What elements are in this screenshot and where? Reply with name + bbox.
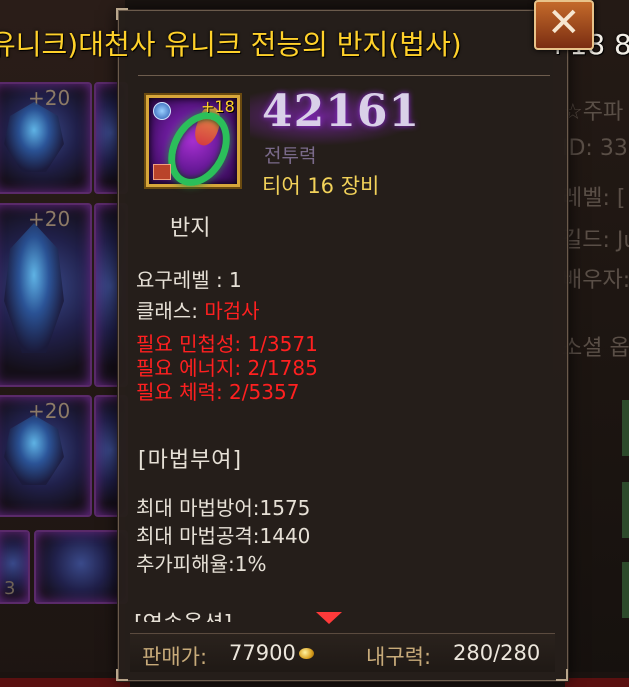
sell-price-value: 77900 — [229, 641, 296, 665]
bg-text: 레벨: [ — [562, 186, 626, 211]
armor-icon — [4, 102, 64, 172]
scroll-down-arrow-icon[interactable] — [316, 612, 342, 624]
bg-text: ID: 3358 — [562, 136, 629, 161]
panel-corner — [116, 8, 128, 20]
class-value: 마검사 — [204, 299, 260, 323]
required-level: 요구레벨 : 1 — [136, 268, 242, 292]
combat-power-label: 전투력 — [264, 145, 317, 167]
close-icon: ✕ — [547, 0, 581, 46]
combat-power-value: 42161 — [262, 86, 421, 137]
socket-gem-icon — [153, 102, 171, 120]
equipment-slot[interactable] — [34, 530, 128, 604]
next-section-label: [연속옵션] — [134, 612, 232, 622]
sell-price-label: 판매가: — [142, 645, 208, 669]
hp-bar — [0, 678, 130, 687]
enchant-header: [마법부여] — [138, 448, 243, 473]
class-label: 클래스: — [136, 299, 198, 323]
icon-enhance-level: +18 — [201, 97, 235, 116]
bg-button[interactable] — [622, 400, 629, 456]
enchant-line: 최대 마법공격:1440 — [136, 524, 311, 548]
bg-text: 소셜 옵션 — [562, 336, 629, 361]
next-section-header: [연속옵션] — [134, 598, 554, 622]
equipment-slot[interactable]: +20 — [0, 82, 92, 194]
gold-coin-icon — [299, 648, 314, 659]
class-requirement: 클래스: 마검사 — [136, 295, 260, 324]
equipment-slot[interactable]: +20 — [0, 203, 92, 387]
bg-text: 길드: Ju — [562, 228, 629, 253]
enchant-line: 최대 마법방어:1575 — [136, 496, 311, 520]
item-full-title: 유니크)대천사 유니크 전능의 반지(법사) — [0, 28, 462, 61]
item-grade-icon — [153, 164, 171, 180]
armor-icon — [4, 415, 64, 485]
divider — [138, 75, 550, 76]
item-tier: 티어 16 장비 — [262, 174, 380, 198]
close-button[interactable]: ✕ — [534, 0, 594, 50]
bg-button[interactable] — [622, 482, 629, 538]
armor-icon — [4, 223, 64, 353]
hp-bar — [565, 678, 629, 687]
item-type: 반지 — [170, 216, 211, 241]
enchant-line: 추가피해율:1% — [136, 552, 267, 576]
equipment-slot[interactable]: +20 — [0, 395, 92, 517]
panel-corner — [556, 669, 568, 681]
slot-count: 3 — [4, 578, 16, 599]
item-icon-frame: +18 — [146, 95, 243, 197]
durability-value: 280/280 — [453, 641, 541, 665]
durability-label: 내구력: — [366, 645, 432, 669]
bg-button[interactable] — [622, 562, 629, 618]
bg-text: ☆주파 — [563, 100, 624, 125]
required-stamina: 필요 체력: 2/5357 — [136, 380, 300, 404]
bg-text: 배우자: . — [562, 268, 629, 293]
panel-corner — [116, 669, 128, 681]
